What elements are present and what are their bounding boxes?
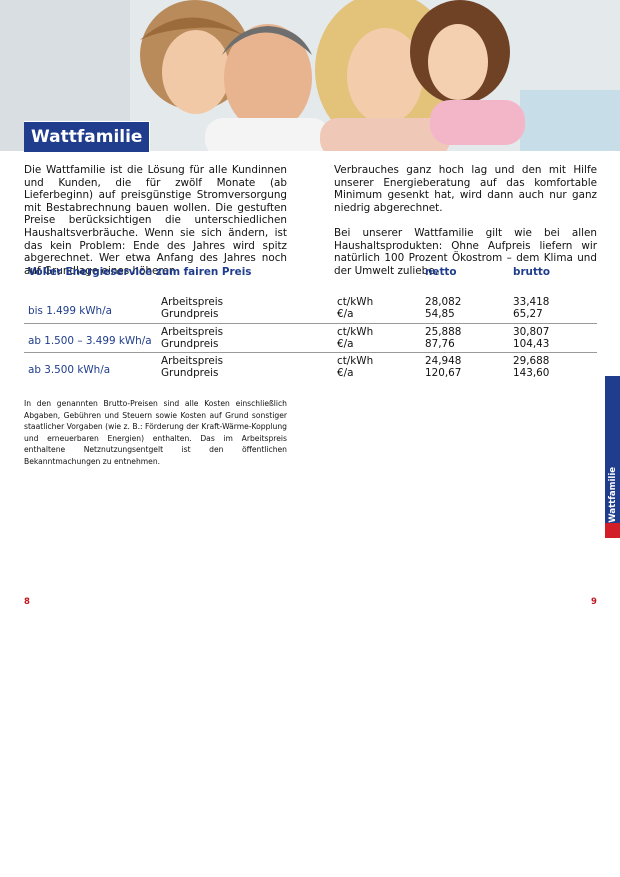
price-labels: Arbeitspreis Grundpreis — [161, 326, 224, 350]
page-number-right: 9 — [591, 597, 597, 607]
brutto-values: 30,807 104,43 — [513, 326, 550, 350]
row-divider — [24, 323, 597, 324]
tier-label: ab 3.500 kWh/a — [28, 364, 111, 376]
column-header-brutto: brutto — [513, 266, 551, 278]
page-number-left: 8 — [24, 597, 30, 607]
page-title: Wattfamilie — [24, 121, 151, 152]
table-row: ab 3.500 kWh/a Arbeitspreis Grundpreis ct… — [24, 355, 597, 386]
row-divider — [24, 352, 597, 353]
price-table-heading: Voller Energieservice zum fairen Preis — [28, 266, 252, 278]
price-labels: Arbeitspreis Grundpreis — [161, 296, 224, 320]
intro-paragraph-3: Bei unserer Wattfamilie gilt wie bei all… — [334, 226, 597, 277]
price-units: ct/kWh €/a — [337, 355, 374, 379]
price-units: ct/kWh €/a — [337, 326, 374, 350]
netto-values: 25,888 87,76 — [425, 326, 462, 350]
footnote: In den genannten Brutto-Preisen sind all… — [24, 399, 287, 466]
column-header-netto: netto — [425, 266, 457, 278]
intro-right-column: Verbrauches ganz hoch lag und den mit Hi… — [334, 164, 597, 290]
netto-values: 24,948 120,67 — [425, 355, 462, 379]
price-labels: Arbeitspreis Grundpreis — [161, 355, 224, 379]
side-tab-marker — [605, 523, 620, 538]
intro-paragraph-2: Verbrauches ganz hoch lag und den mit Hi… — [334, 164, 597, 214]
side-tab-label: Wattfamilie — [607, 467, 618, 523]
tier-label: bis 1.499 kWh/a — [28, 305, 112, 317]
tier-label: ab 1.500 – 3.499 kWh/a — [28, 335, 152, 347]
brutto-values: 29,688 143,60 — [513, 355, 550, 379]
brutto-values: 33,418 65,27 — [513, 296, 550, 320]
intro-paragraph-1: Die Wattfamilie ist die Lösung für alle … — [24, 164, 287, 277]
netto-values: 28,082 54,85 — [425, 296, 462, 320]
price-units: ct/kWh €/a — [337, 296, 374, 320]
